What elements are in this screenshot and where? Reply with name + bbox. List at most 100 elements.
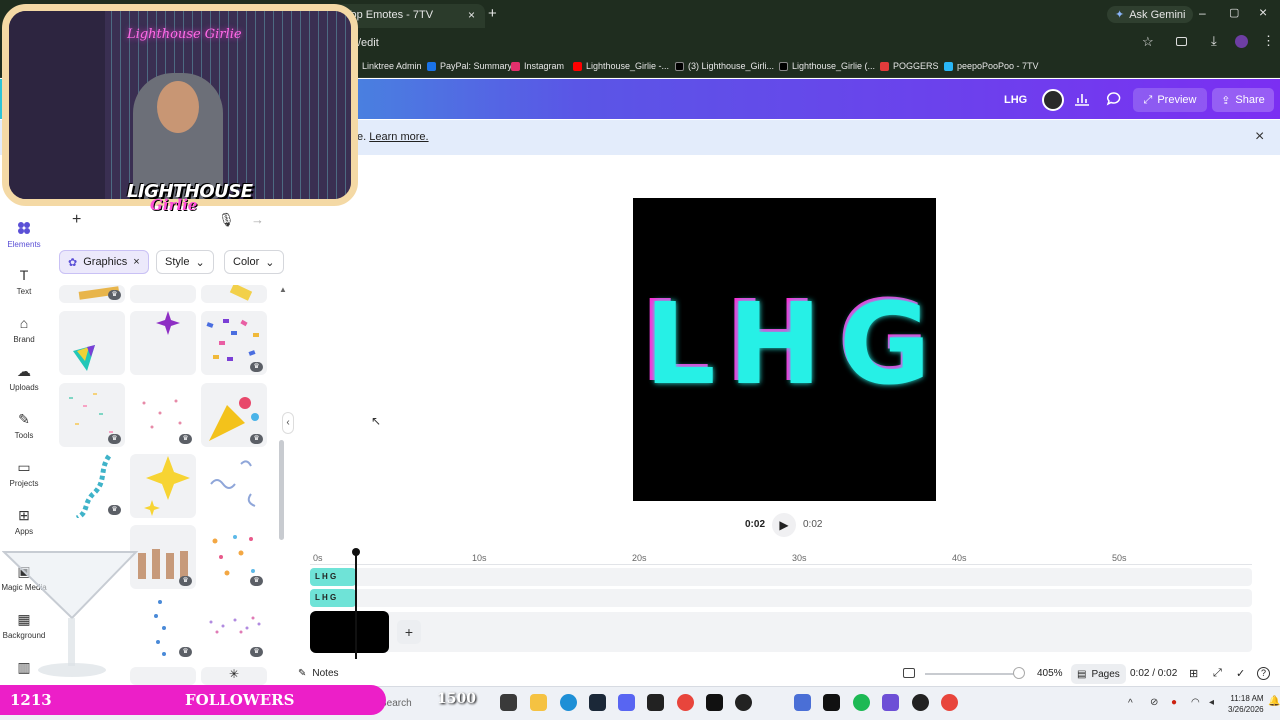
volume-icon[interactable]: ◂ — [1209, 697, 1214, 708]
panel-scrollbar[interactable] — [279, 440, 284, 540]
sidebar-item-uploads[interactable]: ☁ Uploads — [0, 363, 48, 392]
help-icon[interactable]: ? — [1257, 667, 1270, 680]
graphic-thumbnail[interactable]: ♛ — [201, 311, 267, 375]
mic-tray-icon[interactable]: ● — [1171, 697, 1177, 708]
learn-more-link[interactable]: Learn more. — [369, 131, 428, 143]
bookmark-poggers[interactable]: POGGERS — [880, 61, 939, 71]
pages-button[interactable]: ▤ Pages — [1071, 664, 1126, 684]
add-icon[interactable]: + — [72, 211, 81, 229]
bookmark-tiktok[interactable]: Lighthouse_Girlie (... — [779, 61, 875, 71]
media-player-icon[interactable] — [735, 694, 752, 711]
wifi-icon[interactable]: ◠ — [1191, 697, 1200, 708]
chrome-active-icon[interactable] — [941, 694, 958, 711]
app-grid-icon[interactable] — [882, 694, 899, 711]
page-thumbnail[interactable] — [310, 611, 389, 653]
chrome-icon[interactable] — [677, 694, 694, 711]
share-button[interactable]: ⇪ Share — [1212, 88, 1274, 112]
profile-avatar[interactable] — [1235, 35, 1248, 48]
bookmark-instagram[interactable]: Instagram — [511, 61, 564, 71]
comment-icon[interactable] — [1105, 91, 1123, 107]
sidebar-item-text[interactable]: T Text — [0, 267, 48, 296]
sidebar-item-apps[interactable]: ⊞ Apps — [0, 507, 48, 536]
edge-icon[interactable] — [560, 694, 577, 711]
minimize-icon[interactable]: – — [1199, 6, 1206, 20]
epic-games-icon[interactable] — [647, 694, 664, 711]
zoom-slider-handle[interactable] — [1013, 667, 1025, 679]
steam-icon[interactable] — [589, 694, 606, 711]
close-banner-icon[interactable]: × — [1255, 128, 1264, 146]
sidebar-item-elements[interactable]: Elements — [0, 220, 48, 249]
bookmark-linktree[interactable]: Linktree Admin — [362, 61, 422, 71]
download-icon[interactable]: ⤓ — [1211, 33, 1217, 49]
new-tab-icon[interactable]: + — [488, 5, 497, 22]
add-page-button[interactable]: + — [397, 620, 421, 644]
sidebar-item-brand[interactable]: ⌂ Brand — [0, 315, 48, 344]
microphone-icon[interactable]: 🎙 — [218, 212, 235, 228]
play-button[interactable]: ▶ — [772, 513, 796, 537]
text-clip[interactable]: L H G — [310, 568, 356, 586]
graphic-thumbnail[interactable] — [201, 454, 267, 518]
graphic-thumbnail[interactable]: ♛ — [130, 383, 196, 447]
filter-chip-color[interactable]: Color ⌄ — [224, 250, 284, 274]
graphic-thumbnail[interactable]: ♛ — [130, 596, 196, 660]
capcut-icon[interactable] — [823, 694, 840, 711]
tray-chevron-icon[interactable]: ^ — [1128, 698, 1133, 709]
playhead[interactable] — [355, 549, 357, 659]
close-tab-icon[interactable]: × — [468, 8, 475, 22]
user-avatar[interactable] — [1042, 89, 1064, 111]
scroll-up-icon[interactable]: ▲ — [279, 285, 287, 294]
timeline-track[interactable] — [310, 568, 1252, 586]
bookmark-youtube[interactable]: Lighthouse_Girlie -... — [573, 61, 669, 71]
file-explorer-icon[interactable] — [530, 694, 547, 711]
text-clip[interactable]: L H G — [310, 589, 356, 607]
graphic-thumbnail[interactable] — [130, 454, 196, 518]
remove-filter-icon[interactable]: × — [133, 256, 139, 268]
network-icon[interactable]: ⊘ — [1150, 697, 1158, 708]
task-view-icon[interactable] — [500, 694, 517, 711]
affinity-icon[interactable] — [706, 694, 723, 711]
graphic-thumbnail[interactable]: ✳ — [201, 667, 267, 685]
bookmark-paypal[interactable]: PayPal: Summary — [427, 61, 512, 71]
notes-button[interactable]: ✎ Notes — [298, 668, 339, 679]
close-window-icon[interactable]: × — [1259, 4, 1267, 20]
ask-gemini-button[interactable]: ✦ Ask Gemini — [1107, 6, 1194, 23]
filter-chip-graphics[interactable]: ✿ Graphics × — [59, 250, 149, 274]
graphic-thumbnail[interactable] — [130, 285, 196, 303]
graphic-thumbnail[interactable]: ♛ — [130, 525, 196, 589]
design-title[interactable]: LHG — [1004, 94, 1027, 106]
graphic-thumbnail[interactable]: ♛ — [201, 525, 267, 589]
graphic-thumbnail[interactable]: ♛ — [59, 454, 125, 518]
fullscreen-icon[interactable]: ⤢ — [1213, 667, 1222, 680]
discord-icon[interactable] — [618, 694, 635, 711]
sidebar-item-tools[interactable]: ✎ Tools — [0, 411, 48, 440]
collapse-panel-button[interactable]: ‹ — [282, 412, 294, 434]
menu-icon[interactable]: ⋮ — [1262, 33, 1275, 49]
graphic-thumbnail[interactable]: ♛ — [59, 383, 125, 447]
check-icon[interactable]: ✓ — [1236, 667, 1245, 680]
zoom-slider[interactable] — [925, 673, 1023, 675]
graphic-thumbnail[interactable]: ♛ — [201, 383, 267, 447]
sidepanel-icon[interactable] — [1176, 37, 1187, 46]
insights-icon[interactable] — [1073, 91, 1091, 107]
graphic-thumbnail[interactable]: ♛ — [59, 285, 125, 303]
filter-chip-style[interactable]: Style ⌄ — [156, 250, 214, 274]
sidebar-item-projects[interactable]: ▭ Projects — [0, 459, 48, 488]
url-text[interactable]: /edit — [358, 37, 379, 49]
spotify-icon[interactable] — [853, 694, 870, 711]
arrow-right-icon[interactable]: → — [251, 212, 264, 227]
obs-icon[interactable] — [912, 694, 929, 711]
grid-view-icon[interactable]: ⊞ — [1189, 667, 1198, 680]
bookmark-7tv[interactable]: peepoPooPoo - 7TV — [944, 61, 1039, 71]
calculator-icon[interactable] — [794, 694, 811, 711]
zoom-level[interactable]: 405% — [1037, 668, 1063, 679]
bookmark-star-icon[interactable]: ☆ — [1142, 34, 1154, 50]
graphic-thumbnail[interactable] — [130, 667, 196, 685]
notification-icon[interactable]: 🔔 — [1268, 696, 1280, 707]
graphic-thumbnail[interactable] — [201, 285, 267, 303]
timeline-track[interactable] — [310, 589, 1252, 607]
bookmark-x[interactable]: (3) Lighthouse_Girli... — [675, 61, 774, 71]
graphic-thumbnail[interactable]: ♛ — [201, 596, 267, 660]
maximize-icon[interactable]: ▢ — [1229, 6, 1239, 19]
graphic-thumbnail[interactable] — [130, 311, 196, 375]
preview-button[interactable]: ⤢ Preview — [1133, 88, 1207, 112]
